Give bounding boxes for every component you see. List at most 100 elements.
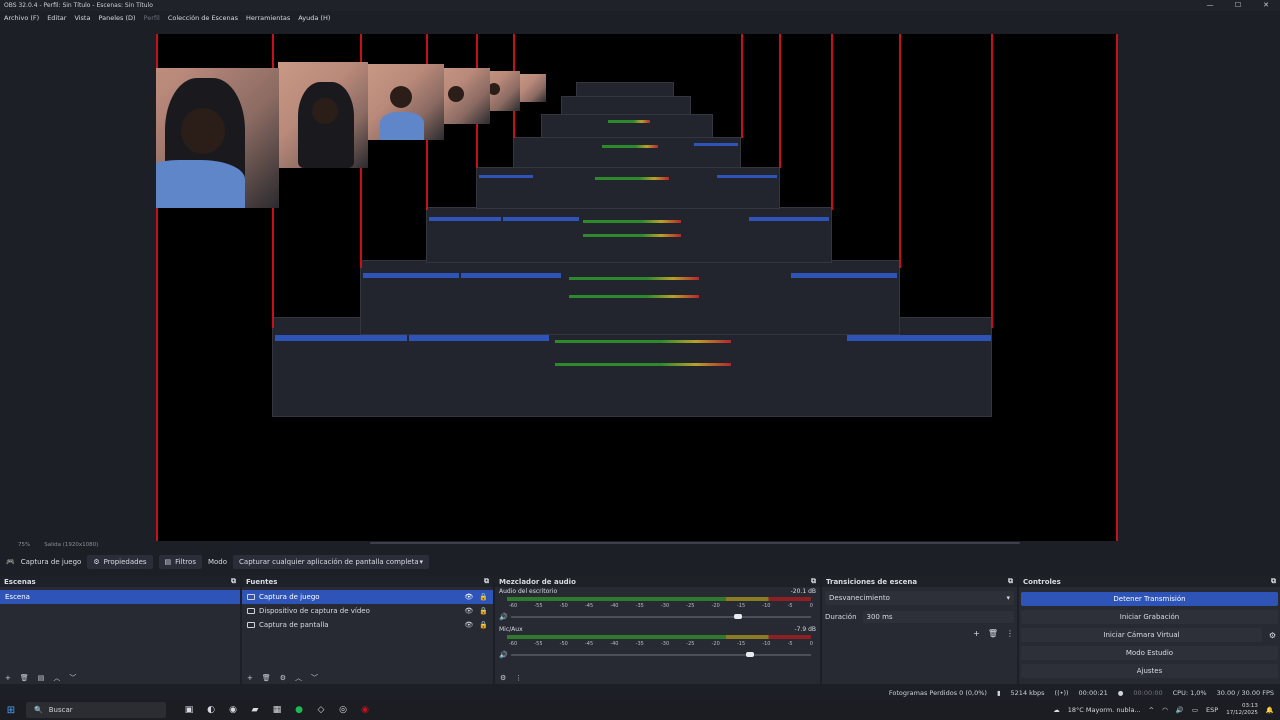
taskbar-app-icon[interactable]: ◇	[310, 705, 332, 715]
tray-chevron-icon[interactable]: ^	[1149, 706, 1154, 714]
volume-fader[interactable]	[511, 654, 811, 656]
windows-start-icon[interactable]: ⊞	[0, 705, 22, 716]
trash-icon[interactable]: 🗑	[20, 674, 29, 682]
move-down-icon[interactable]: ﹀	[69, 673, 76, 683]
battery-icon[interactable]: ▭	[1192, 706, 1198, 714]
lock-icon[interactable]: 🔒	[479, 621, 488, 629]
menu-paneles[interactable]: Paneles (D)	[98, 14, 135, 22]
minimize-button[interactable]: —	[1196, 0, 1224, 11]
preview-canvas[interactable]	[156, 34, 1118, 542]
obs-icon[interactable]: ◎	[332, 705, 354, 715]
filters-button[interactable]: ▤ Filtros	[158, 555, 202, 569]
dock-float-icon[interactable]: ⧉	[811, 577, 816, 586]
menu-coleccion-escenas[interactable]: Colección de Escenas	[168, 14, 238, 22]
output-resolution[interactable]: Salida (1920x1080)	[44, 542, 98, 548]
source-item[interactable]: Captura de juego 👁 🔒	[242, 590, 493, 604]
volume-fader[interactable]	[511, 616, 811, 618]
notification-bell-icon[interactable]: 🔔	[1266, 706, 1274, 714]
speaker-icon[interactable]: 🔊	[499, 651, 508, 659]
nested-obs-frame	[476, 167, 780, 209]
mixer-settings-icon[interactable]: ⚙	[500, 674, 506, 682]
gear-icon[interactable]: ⚙	[1269, 631, 1276, 640]
settings-button[interactable]: Ajustes	[1021, 664, 1278, 678]
fader-knob[interactable]	[734, 614, 742, 619]
lock-icon[interactable]: 🔒	[479, 607, 488, 615]
taskbar-search[interactable]: 🔍 Buscar	[26, 702, 166, 718]
more-icon[interactable]: ⋮	[1006, 629, 1014, 638]
dock-float-icon[interactable]: ⧉	[484, 577, 489, 586]
studio-mode-button[interactable]: Modo Estudio	[1021, 646, 1278, 660]
preview-area[interactable]	[0, 25, 1280, 542]
status-bar: Fotogramas Perdidos 0 (0,0%) ▮ 5214 kbps…	[0, 687, 1280, 699]
more-icon[interactable]: ⋮	[515, 674, 522, 682]
volume-icon[interactable]: 🔊	[1176, 706, 1184, 714]
scenes-dock: Escenas ⧉ Escena + 🗑 ▤ ︿ ﹀	[0, 576, 240, 684]
maximize-button[interactable]: ☐	[1224, 0, 1252, 11]
stop-streaming-button[interactable]: Detener Transmisión	[1021, 592, 1278, 606]
clock[interactable]: 03:13 17/12/2025	[1226, 703, 1258, 717]
mode-select[interactable]: Capturar cualquier aplicación de pantall…	[233, 555, 430, 569]
menu-archivo[interactable]: Archivo (F)	[4, 14, 39, 22]
window-title: OBS 32.0.4 - Perfil: Sin Título - Escena…	[4, 2, 153, 9]
duration-input[interactable]: 300 ms	[862, 611, 1014, 623]
properties-button[interactable]: ⚙ Propiedades	[87, 555, 153, 569]
menu-ayuda[interactable]: Ayuda (H)	[298, 14, 330, 22]
recording-app-icon[interactable]: ◉	[354, 705, 376, 715]
nested-obs-frame	[360, 260, 900, 335]
dock-float-icon[interactable]: ⧉	[231, 577, 236, 586]
source-item[interactable]: Captura de pantalla 👁 🔒	[242, 618, 493, 632]
bitrate: 5214 kbps	[1010, 689, 1045, 697]
preview-scrollbar[interactable]	[0, 541, 1280, 545]
nested-obs-frame	[576, 82, 674, 97]
menu-editar[interactable]: Editar	[47, 14, 66, 22]
webcam-capture	[278, 62, 368, 168]
trash-icon[interactable]: 🗑	[262, 674, 271, 682]
filter-icon[interactable]: ▤	[38, 674, 45, 682]
menu-vista[interactable]: Vista	[74, 14, 90, 22]
add-icon[interactable]: +	[247, 674, 253, 682]
speaker-icon[interactable]: 🔊	[499, 613, 508, 621]
task-view-icon[interactable]: ▣	[178, 705, 200, 715]
gear-icon[interactable]: ⚙	[280, 674, 286, 682]
weather[interactable]: 18°C Mayorm. nubla...	[1068, 706, 1141, 714]
eye-icon[interactable]: 👁	[464, 607, 473, 615]
file-explorer-icon[interactable]: ▰	[244, 705, 266, 715]
move-up-icon[interactable]: ︿	[53, 673, 60, 683]
lock-icon[interactable]: 🔒	[479, 593, 488, 601]
mixer-channel: Mic/Aux -7.9 dB -60 -55 -50 -45 -40 -35 -30 -25-…	[495, 625, 820, 663]
copilot-icon[interactable]: ◐	[200, 705, 222, 715]
transition-select[interactable]: Desvanecimiento ▾	[825, 591, 1014, 605]
wifi-icon[interactable]: ◠	[1162, 706, 1168, 714]
nested-obs-frame	[561, 96, 691, 115]
dock-float-icon[interactable]: ⧉	[1271, 577, 1276, 586]
menu-bar: Archivo (F) Editar Vista Paneles (D) Per…	[0, 11, 1280, 25]
add-icon[interactable]: +	[5, 674, 11, 682]
game-capture-icon	[247, 594, 255, 600]
menu-herramientas[interactable]: Herramientas	[246, 14, 290, 22]
meter-ticks: -60 -55 -50 -45 -40 -35 -30 -25 -20 -15 -10 -5 0	[509, 641, 813, 647]
fader-knob[interactable]	[746, 652, 754, 657]
spotify-icon[interactable]: ●	[288, 705, 310, 715]
dock-float-icon[interactable]: ⧉	[1008, 577, 1013, 586]
source-item[interactable]: Dispositivo de captura de vídeo 👁 🔒	[242, 604, 493, 618]
add-icon[interactable]: +	[973, 629, 980, 638]
store-icon[interactable]: ▦	[266, 705, 288, 715]
keyboard-language[interactable]: ESP	[1206, 706, 1218, 714]
scene-item[interactable]: Escena	[0, 590, 240, 604]
controls-title: Controles	[1023, 577, 1061, 586]
dropped-frames: Fotogramas Perdidos 0 (0,0%)	[888, 689, 987, 697]
move-up-icon[interactable]: ︿	[295, 673, 302, 683]
close-button[interactable]: ✕	[1252, 0, 1280, 11]
start-recording-button[interactable]: Iniciar Grabación	[1021, 610, 1278, 624]
trash-icon[interactable]: 🗑	[988, 629, 998, 638]
zoom-level[interactable]: 75%	[18, 542, 30, 548]
monitor-icon	[247, 622, 255, 628]
eye-icon[interactable]: 👁	[464, 593, 473, 601]
game-capture-icon: 🎮	[6, 558, 15, 566]
start-virtual-camera-button[interactable]: Iniciar Cámara Virtual ⚙	[1021, 628, 1276, 642]
edge-icon[interactable]: ◉	[222, 705, 244, 715]
channel-name: Audio del escritorio	[499, 588, 558, 595]
move-down-icon[interactable]: ﹀	[311, 673, 318, 683]
webcam-capture	[516, 74, 546, 102]
eye-icon[interactable]: 👁	[464, 621, 473, 629]
